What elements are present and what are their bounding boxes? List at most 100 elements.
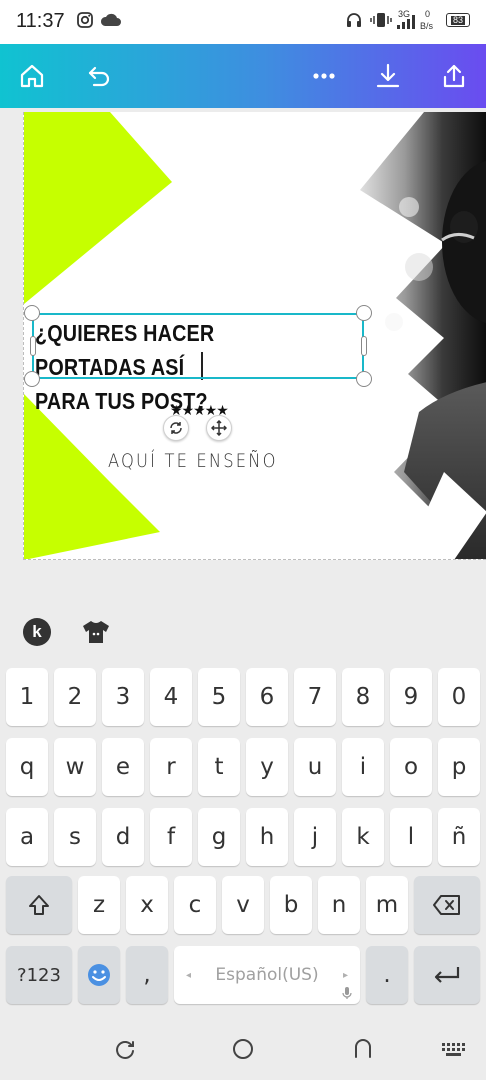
comma-key[interactable]: ,	[126, 946, 168, 1004]
resize-handle-bottom-right[interactable]	[356, 371, 372, 387]
key-7[interactable]: 7	[294, 668, 336, 726]
instagram-icon	[77, 12, 93, 28]
home-icon	[20, 64, 44, 88]
speed-unit: B/s	[420, 21, 434, 31]
key-b[interactable]: b	[270, 876, 312, 934]
key-h[interactable]: h	[246, 808, 288, 866]
key-f[interactable]: f	[150, 808, 192, 866]
key-0[interactable]: 0	[438, 668, 480, 726]
system-nav-bar	[0, 1016, 486, 1080]
key-e[interactable]: e	[102, 738, 144, 796]
period-key[interactable]: .	[366, 946, 408, 1004]
more-horizontal-icon	[313, 73, 335, 79]
share-button[interactable]	[436, 58, 472, 94]
lime-chevron-top	[24, 112, 172, 304]
backspace-key[interactable]	[414, 876, 480, 934]
emoji-icon	[88, 964, 110, 986]
key-i[interactable]: i	[342, 738, 384, 796]
home-nav-button[interactable]	[228, 1034, 258, 1064]
key-j[interactable]: j	[294, 808, 336, 866]
key-5[interactable]: 5	[198, 668, 240, 726]
key-x[interactable]: x	[126, 876, 168, 934]
key-t[interactable]: t	[198, 738, 240, 796]
key-y[interactable]: y	[246, 738, 288, 796]
resize-handle-right[interactable]	[361, 336, 367, 356]
headphones-icon	[347, 13, 361, 27]
key-9[interactable]: 9	[390, 668, 432, 726]
key-1[interactable]: 1	[6, 668, 48, 726]
recent-apps-icon	[116, 1041, 134, 1059]
more-button[interactable]	[306, 58, 342, 94]
keyboard-toolbar: k	[0, 602, 486, 662]
key-enye[interactable]: ñ	[438, 808, 480, 866]
key-p[interactable]: p	[438, 738, 480, 796]
key-v[interactable]: v	[222, 876, 264, 934]
lime-chevron-bottom	[24, 394, 160, 559]
space-right-arrow: ▸	[342, 969, 348, 981]
vibrate-icon	[370, 13, 392, 27]
rotate-icon	[170, 422, 182, 434]
key-3[interactable]: 3	[102, 668, 144, 726]
key-s[interactable]: s	[54, 808, 96, 866]
space-bar[interactable]: ◂ Español(US) ▸	[174, 946, 360, 1004]
download-icon	[376, 63, 400, 88]
symbols-key[interactable]: ?123	[6, 946, 72, 1004]
key-6[interactable]: 6	[246, 668, 288, 726]
resize-handle-top-right[interactable]	[356, 305, 372, 321]
battery-level: 83	[450, 14, 465, 25]
key-2[interactable]: 2	[54, 668, 96, 726]
download-button[interactable]	[370, 58, 406, 94]
subtitle-text[interactable]: AQUÍ TE ENSEÑO	[108, 450, 278, 472]
key-q[interactable]: q	[6, 738, 48, 796]
speed-value: 0	[425, 9, 431, 19]
status-time: 11:37	[16, 10, 65, 32]
recent-apps-button[interactable]	[110, 1034, 140, 1064]
key-u[interactable]: u	[294, 738, 336, 796]
key-d[interactable]: d	[102, 808, 144, 866]
keyboard-switch-button[interactable]	[438, 1034, 468, 1064]
shift-icon	[29, 895, 49, 915]
selection-box	[32, 313, 364, 379]
key-l[interactable]: l	[390, 808, 432, 866]
undo-button[interactable]	[80, 58, 116, 94]
undo-icon	[88, 66, 110, 87]
shift-key[interactable]	[6, 876, 72, 934]
resize-handle-bottom-left[interactable]	[24, 371, 40, 387]
key-r[interactable]: r	[150, 738, 192, 796]
key-k[interactable]: k	[342, 808, 384, 866]
share-icon	[443, 64, 465, 88]
backspace-icon	[433, 895, 460, 915]
key-8[interactable]: 8	[342, 668, 384, 726]
home-circle-icon	[233, 1039, 253, 1059]
keyboard-icon	[442, 1043, 465, 1056]
key-n[interactable]: n	[318, 876, 360, 934]
emoji-key[interactable]	[78, 946, 120, 1004]
battery-icon: 83	[446, 13, 470, 27]
key-o[interactable]: o	[390, 738, 432, 796]
key-a[interactable]: a	[6, 808, 48, 866]
move-button[interactable]	[206, 415, 232, 441]
key-w[interactable]: w	[54, 738, 96, 796]
editor-toolbar	[0, 44, 486, 108]
resize-handle-top-left[interactable]	[24, 305, 40, 321]
status-bar: 11:37 3G 0 B/s 83	[0, 0, 486, 44]
tshirt-icon[interactable]	[81, 619, 111, 645]
key-z[interactable]: z	[78, 876, 120, 934]
back-icon	[355, 1039, 371, 1058]
cloud-icon	[100, 13, 121, 26]
back-nav-button[interactable]	[348, 1034, 378, 1064]
key-g[interactable]: g	[198, 808, 240, 866]
key-4[interactable]: 4	[150, 668, 192, 726]
key-c[interactable]: c	[174, 876, 216, 934]
rotate-button[interactable]	[163, 415, 189, 441]
home-button[interactable]	[14, 58, 50, 94]
resize-handle-left[interactable]	[30, 336, 36, 356]
signal-icon	[397, 15, 415, 29]
k-logo-icon[interactable]: k	[23, 618, 51, 646]
enter-key[interactable]	[414, 946, 480, 1004]
key-m[interactable]: m	[366, 876, 408, 934]
enter-icon	[434, 967, 460, 983]
screen: 11:37 3G 0 B/s 83 ¿QUIERES HACER PORTADA…	[0, 0, 486, 1080]
space-bar-label: Español(US)	[215, 965, 319, 985]
mic-icon	[342, 987, 352, 999]
